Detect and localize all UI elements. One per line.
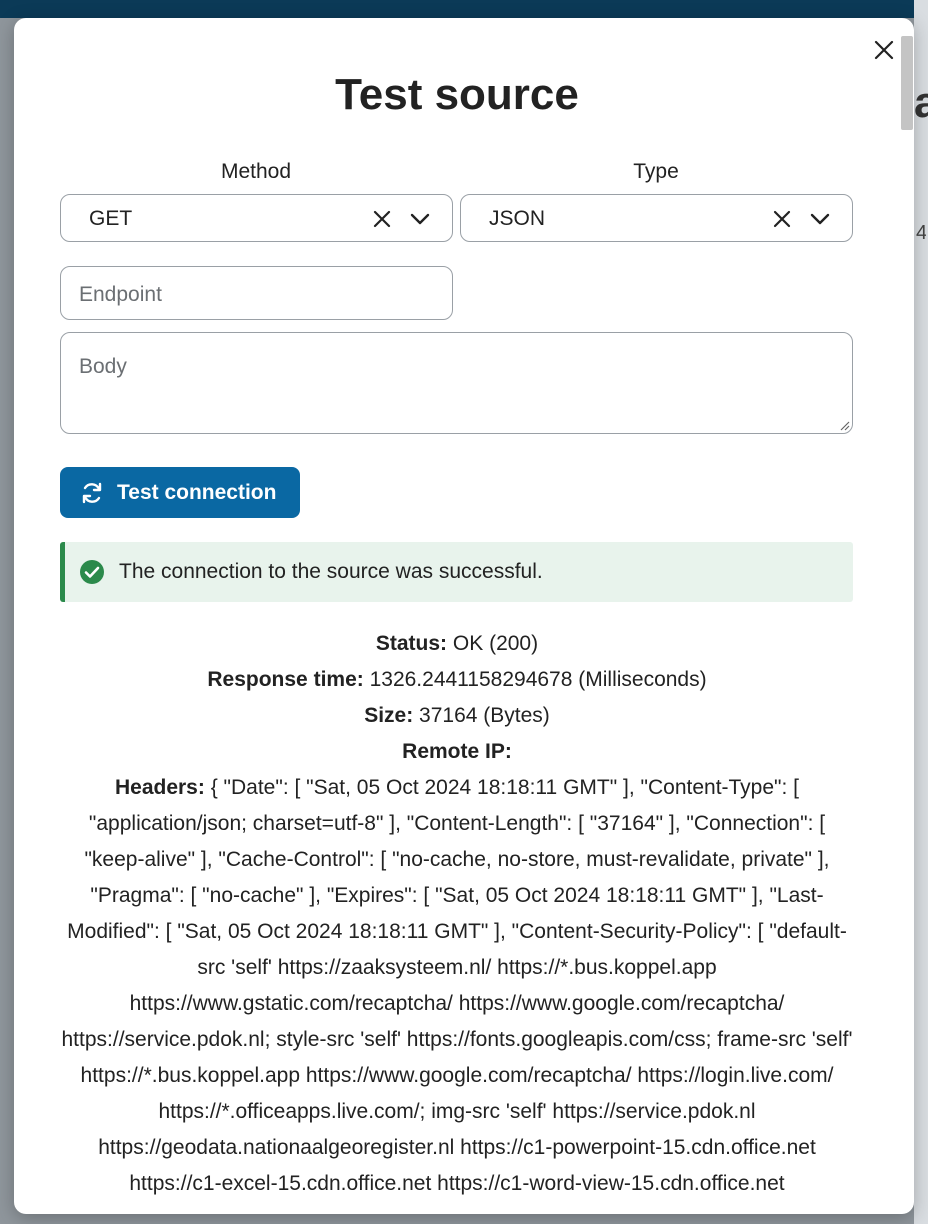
body-textarea[interactable]: Body — [60, 332, 853, 434]
method-label: Method — [220, 160, 292, 183]
modal-scrollbar[interactable] — [900, 36, 914, 1214]
remote-ip-row: Remote IP: — [60, 734, 854, 770]
resize-handle-icon[interactable] — [838, 419, 850, 431]
response-time-value: 1326.2441158294678 (Milliseconds) — [369, 668, 707, 691]
alert-message: The connection to the source was success… — [119, 560, 543, 583]
size-row: Size: 37164 (Bytes) — [60, 698, 854, 734]
test-source-modal: Test source Method GET Type JSON Endpoin… — [14, 18, 914, 1214]
headers-row: Headers: { "Date": [ "Sat, 05 Oct 2024 1… — [60, 770, 854, 1202]
headers-value: { "Date": [ "Sat, 05 Oct 2024 18:18:11 G… — [61, 776, 853, 1195]
method-value: GET — [89, 207, 133, 230]
test-connection-label: Test connection — [117, 480, 277, 504]
status-value: OK (200) — [452, 632, 539, 655]
connection-details: Status: OK (200) Response time: 1326.244… — [60, 626, 854, 1202]
chevron-down-icon[interactable] — [408, 207, 432, 231]
type-select[interactable]: JSON — [460, 194, 853, 242]
status-label: Status: — [375, 632, 448, 655]
success-alert: The connection to the source was success… — [60, 542, 853, 602]
status-row: Status: OK (200) — [60, 626, 854, 662]
test-connection-button[interactable]: Test connection — [60, 467, 300, 518]
type-value: JSON — [489, 207, 546, 230]
endpoint-placeholder: Endpoint — [79, 283, 162, 306]
close-icon — [874, 40, 894, 60]
app-header-bar — [0, 0, 928, 18]
type-label: Type — [633, 160, 679, 183]
headers-label: Headers: — [114, 776, 205, 799]
clear-icon[interactable] — [770, 207, 794, 231]
background-heading-fragment: a — [914, 78, 928, 127]
check-circle-icon — [80, 560, 104, 584]
clear-icon[interactable] — [370, 207, 394, 231]
response-time-label: Response time: — [207, 668, 364, 691]
response-time-row: Response time: 1326.2441158294678 (Milli… — [60, 662, 854, 698]
chevron-down-icon[interactable] — [808, 207, 832, 231]
remote-ip-label: Remote IP: — [402, 740, 512, 763]
size-label: Size: — [364, 704, 414, 727]
endpoint-field[interactable]: Endpoint — [60, 266, 453, 320]
refresh-icon — [82, 482, 102, 503]
body-placeholder: Body — [79, 355, 127, 378]
scrollbar-thumb[interactable] — [901, 36, 913, 130]
size-value: 37164 (Bytes) — [419, 704, 550, 727]
background-page: a 4 — [914, 0, 928, 1224]
background-text-fragment: 4 — [916, 222, 926, 244]
method-select[interactable]: GET — [60, 194, 453, 242]
close-button[interactable] — [870, 36, 898, 64]
modal-title: Test source — [335, 70, 579, 119]
